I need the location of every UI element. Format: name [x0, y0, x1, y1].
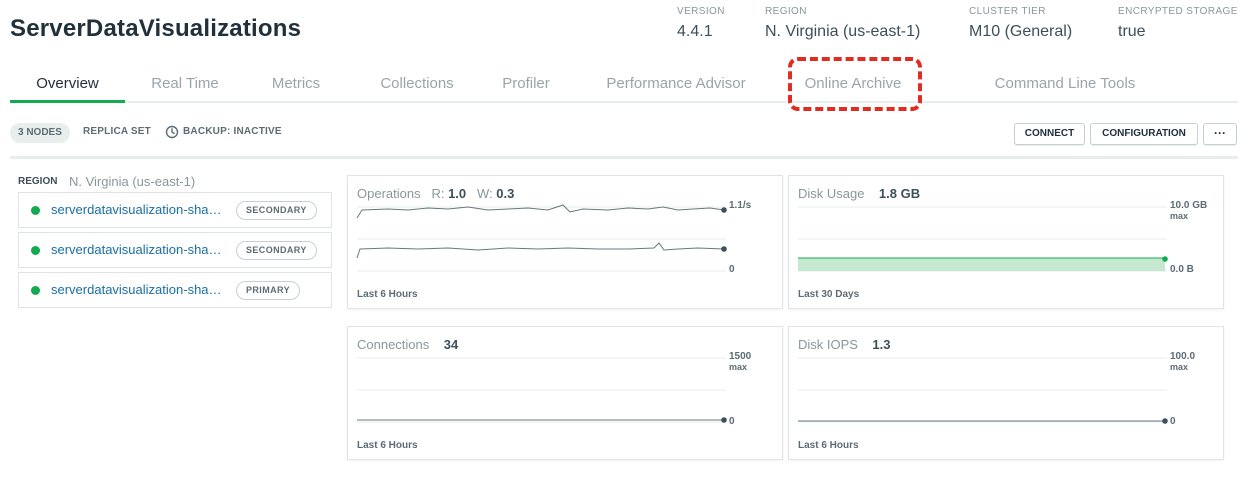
- connections-ymax-value: 1500: [729, 351, 752, 362]
- connections-ymax-sub: max: [729, 362, 748, 372]
- operations-ymin: 0: [729, 264, 735, 275]
- cluster-type-label: REPLICA SET: [83, 126, 151, 137]
- connections-title-text: Connections: [357, 337, 430, 352]
- connections-timeframe: Last 6 Hours: [357, 440, 418, 451]
- configuration-button[interactable]: CONFIGURATION: [1090, 123, 1198, 145]
- nodes-badge: 3 NODES: [10, 123, 70, 143]
- disk-iops-ymax-value: 100.0: [1170, 351, 1196, 362]
- node-name-link[interactable]: serverdatavisualization-sha…: [51, 282, 231, 297]
- writes-value: 0.3: [496, 186, 515, 201]
- node-row[interactable]: serverdatavisualization-sha… SECONDARY: [18, 192, 332, 228]
- meta-cluster-tier: CLUSTER TIER M10 (General): [969, 6, 1072, 41]
- operations-ymax: 1.1/s: [729, 200, 752, 211]
- region-value: N. Virginia (us-east-1): [69, 174, 196, 189]
- meta-version: VERSION 4.4.1: [677, 6, 725, 41]
- status-dot-icon: [31, 286, 40, 295]
- meta-encrypted-storage-value: true: [1118, 23, 1146, 40]
- disk-usage-ymax-value: 10.0 GB: [1170, 200, 1208, 211]
- cluster-title: ServerDataVisualizations: [10, 15, 302, 42]
- connections-ymin: 0: [729, 416, 735, 427]
- tab-collections[interactable]: Collections: [362, 70, 472, 103]
- node-role-badge: PRIMARY: [236, 281, 300, 300]
- disk-usage-ymax: 10.0 GB max: [1170, 200, 1208, 222]
- meta-encrypted-storage-key: ENCRYPTED STORAGE: [1118, 6, 1238, 17]
- section-divider: [10, 156, 1238, 159]
- node-role-badge: SECONDARY: [236, 201, 317, 220]
- operations-title: Operations R: 1.0 W: 0.3: [357, 186, 514, 201]
- meta-region-value: N. Virginia (us-east-1): [765, 23, 921, 40]
- node-role-badge: SECONDARY: [236, 241, 317, 260]
- writes-end-point: [721, 246, 727, 252]
- online-archive-highlight: [788, 57, 922, 111]
- disk-usage-end-point: [1162, 256, 1168, 262]
- disk-usage-timeframe: Last 30 Days: [798, 289, 860, 300]
- disk-iops-chart-card[interactable]: Disk IOPS 1.3 100.0 max 0 Last 6 Hours: [788, 326, 1224, 460]
- disk-iops-ymax-sub: max: [1170, 362, 1189, 372]
- disk-iops-ymin: 0: [1170, 416, 1176, 427]
- disk-iops-timeframe: Last 6 Hours: [798, 440, 859, 451]
- operations-timeframe: Last 6 Hours: [357, 289, 418, 300]
- connect-button[interactable]: CONNECT: [1014, 123, 1085, 145]
- writes-label: W:: [476, 186, 493, 201]
- disk-usage-value: 1.8 GB: [878, 186, 921, 201]
- tab-real-time[interactable]: Real Time: [135, 70, 235, 103]
- disk-usage-title-text: Disk Usage: [798, 186, 865, 201]
- meta-version-value: 4.4.1: [677, 23, 713, 40]
- connections-value: 34: [443, 337, 459, 352]
- connections-chart-card[interactable]: Connections 34 1500 max 0 Last 6 Hours: [347, 326, 783, 460]
- connections-end-point: [721, 417, 727, 423]
- tab-overview[interactable]: Overview: [10, 70, 125, 103]
- reads-end-point: [721, 207, 727, 213]
- backup-status[interactable]: BACKUP: INACTIVE: [183, 126, 282, 137]
- disk-iops-value: 1.3: [872, 337, 891, 352]
- node-row[interactable]: serverdatavisualization-sha… SECONDARY: [18, 232, 332, 268]
- region-label: REGION: [18, 176, 58, 187]
- operations-title-text: Operations: [357, 186, 421, 201]
- disk-usage-chart-card[interactable]: Disk Usage 1.8 GB 10.0 GB max 0.0 B Last…: [788, 175, 1224, 309]
- disk-usage-ymin: 0.0 B: [1170, 264, 1194, 275]
- meta-cluster-tier-key: CLUSTER TIER: [969, 6, 1046, 17]
- tab-profiler[interactable]: Profiler: [488, 70, 564, 103]
- disk-iops-ymax: 100.0 max: [1170, 351, 1196, 373]
- meta-region: REGION N. Virginia (us-east-1): [765, 6, 920, 41]
- clock-icon: [165, 125, 179, 139]
- disk-usage-area: [798, 258, 1165, 271]
- connections-title: Connections 34: [357, 337, 458, 352]
- node-row[interactable]: serverdatavisualization-sha… PRIMARY: [18, 272, 332, 308]
- reads-value: 1.0: [448, 186, 467, 201]
- meta-encrypted-storage: ENCRYPTED STORAGE true: [1118, 6, 1238, 41]
- tab-command-line-tools[interactable]: Command Line Tools: [980, 70, 1150, 103]
- disk-iops-title: Disk IOPS 1.3: [798, 337, 891, 352]
- disk-iops-title-text: Disk IOPS: [798, 337, 858, 352]
- tab-performance-advisor[interactable]: Performance Advisor: [596, 70, 756, 103]
- tab-bar: Overview Real Time Metrics Collections P…: [10, 70, 1238, 103]
- meta-version-key: VERSION: [677, 6, 725, 17]
- meta-cluster-tier-value: M10 (General): [969, 23, 1073, 40]
- status-dot-icon: [31, 206, 40, 215]
- disk-usage-title: Disk Usage 1.8 GB: [798, 186, 920, 201]
- meta-region-key: REGION: [765, 6, 807, 17]
- operations-chart-card[interactable]: Operations R: 1.0 W: 0.3 1.1/s 0 Last 6 …: [347, 175, 783, 309]
- reads-label: R:: [431, 186, 445, 201]
- status-dot-icon: [31, 246, 40, 255]
- disk-iops-end-point: [1162, 418, 1168, 424]
- tab-metrics[interactable]: Metrics: [256, 70, 336, 103]
- connections-ymax: 1500 max: [729, 351, 752, 373]
- node-name-link[interactable]: serverdatavisualization-sha…: [51, 202, 231, 217]
- more-options-button[interactable]: ···: [1203, 123, 1237, 145]
- disk-usage-ymax-sub: max: [1170, 211, 1189, 221]
- writes-series-line: [356, 242, 725, 259]
- node-name-link[interactable]: serverdatavisualization-sha…: [51, 242, 231, 257]
